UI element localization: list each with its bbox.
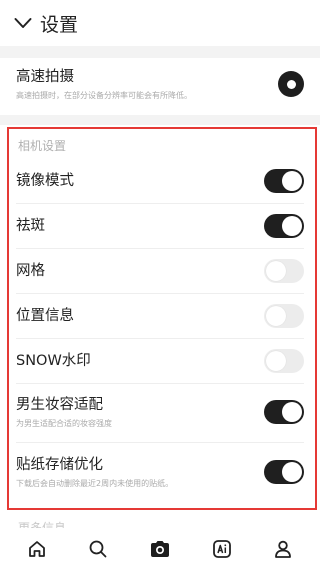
search-icon[interactable]: [80, 531, 116, 567]
setting-label: 祛斑: [16, 218, 45, 234]
high-speed-row[interactable]: 高速拍摄 高速拍摄时，在部分设备分辨率可能会有所降低。: [16, 58, 304, 110]
home-icon[interactable]: [19, 531, 55, 567]
high-speed-radio[interactable]: [278, 71, 304, 97]
setting-row-sticker-storage[interactable]: 贴纸存储优化 下载后会自动删除最近2周内未使用的贴纸。: [16, 446, 304, 498]
location-toggle[interactable]: [264, 304, 304, 328]
divider: [16, 442, 304, 443]
blemish-toggle[interactable]: [264, 214, 304, 238]
sticker-storage-text: 贴纸存储优化 下载后会自动删除最近2周内未使用的贴纸。: [16, 455, 173, 489]
high-speed-text: 高速拍摄 高速拍摄时，在部分设备分辨率可能会有所降低。: [16, 67, 192, 101]
camera-icon[interactable]: [142, 531, 178, 567]
toggle-knob: [266, 351, 286, 371]
toggle-knob: [266, 261, 286, 281]
high-speed-label: 高速拍摄: [16, 69, 74, 85]
setting-desc: 下载后会自动删除最近2周内未使用的贴纸。: [16, 479, 174, 488]
top-bar: 设置: [0, 0, 320, 46]
toggle-knob: [282, 462, 302, 482]
setting-row-blemish[interactable]: 祛斑: [16, 204, 304, 248]
bottom-tab-bar: [0, 528, 320, 569]
ai-icon[interactable]: [204, 531, 240, 567]
toggle-knob: [282, 171, 302, 191]
high-speed-desc: 高速拍摄时，在部分设备分辨率可能会有所降低。: [16, 91, 192, 100]
section-gap: [0, 115, 320, 125]
chevron-down-icon[interactable]: [12, 12, 34, 34]
setting-desc: 为男生适配合适的妆容强度: [16, 419, 112, 428]
male-makeup-toggle[interactable]: [264, 400, 304, 424]
toggle-knob: [266, 306, 286, 326]
sticker-storage-toggle[interactable]: [264, 460, 304, 484]
setting-label: 网格: [16, 263, 45, 279]
setting-row-male-makeup[interactable]: 男生妆容适配 为男生适配合适的妆容强度: [16, 386, 304, 438]
setting-label: 镜像模式: [16, 173, 74, 189]
page-title: 设置: [40, 13, 79, 36]
setting-row-watermark[interactable]: SNOW水印: [16, 339, 304, 383]
setting-label: SNOW水印: [16, 353, 91, 369]
setting-row-mirror[interactable]: 镜像模式: [16, 159, 304, 203]
setting-label: 贴纸存储优化: [16, 457, 103, 473]
setting-row-location[interactable]: 位置信息: [16, 294, 304, 338]
divider: [16, 383, 304, 384]
mirror-toggle[interactable]: [264, 169, 304, 193]
setting-label: 男生妆容适配: [16, 397, 103, 413]
male-makeup-text: 男生妆容适配 为男生适配合适的妆容强度: [16, 395, 112, 429]
setting-label: 位置信息: [16, 308, 74, 324]
camera-section-title: 相机设置: [18, 139, 67, 153]
setting-row-grid[interactable]: 网格: [16, 249, 304, 293]
toggle-knob: [282, 216, 302, 236]
profile-icon[interactable]: [265, 531, 301, 567]
section-gap: [0, 46, 320, 58]
watermark-toggle[interactable]: [264, 349, 304, 373]
radio-dot: [286, 79, 296, 89]
toggle-knob: [282, 402, 302, 422]
grid-toggle[interactable]: [264, 259, 304, 283]
